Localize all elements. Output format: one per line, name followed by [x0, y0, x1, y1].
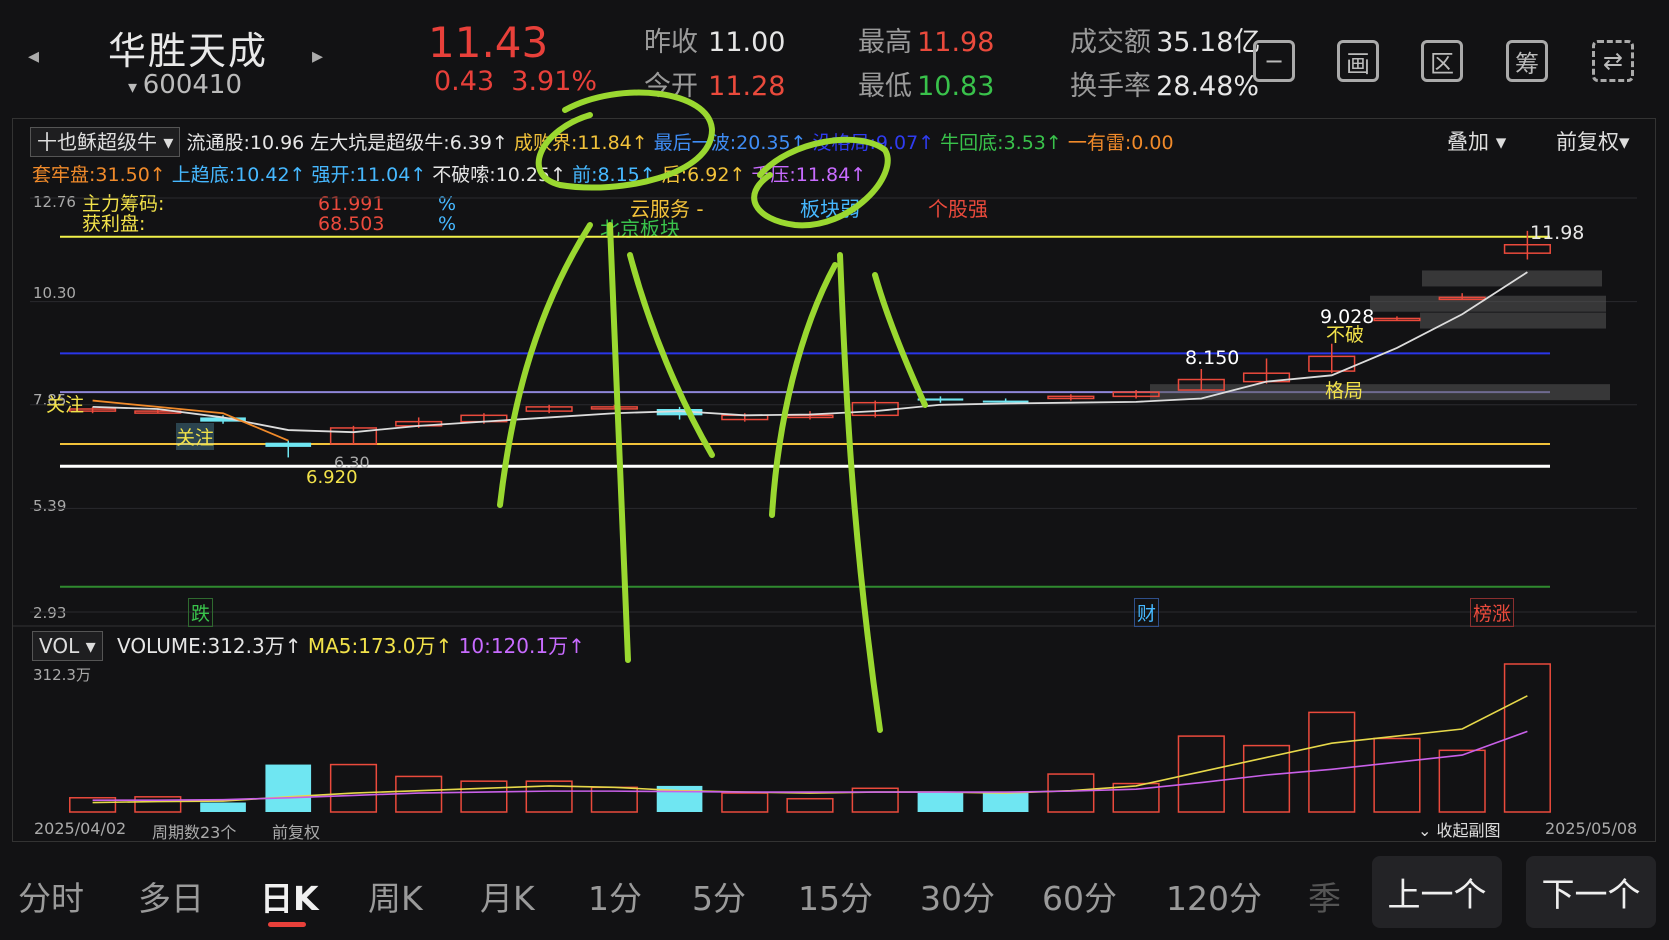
bu-po-label: 不破	[1326, 324, 1365, 346]
tab-30min[interactable]: 30分	[920, 872, 995, 920]
tab-60min[interactable]: 60分	[1042, 872, 1117, 920]
volume-bar	[1373, 737, 1421, 813]
ge-ju-label: 格局	[1325, 380, 1364, 402]
prev-stock-button[interactable]: 上一个	[1372, 856, 1502, 928]
chip-distribution-bar	[1150, 384, 1610, 401]
chevron-down-icon: ▾	[85, 634, 96, 658]
volume-bar	[786, 797, 834, 813]
volume-bar	[134, 796, 182, 813]
volume-bar	[982, 793, 1029, 812]
volume-bar	[917, 792, 964, 812]
volume-bar	[200, 802, 246, 812]
tab-5min[interactable]: 5分	[692, 872, 746, 920]
hand-drawn-annotation	[627, 252, 715, 458]
bang-zhang-tag: 榜涨	[1470, 598, 1515, 627]
kline-chart[interactable]	[0, 0, 1669, 860]
volume-ma10: 10:120.1万↑	[458, 634, 585, 658]
volume-bar	[329, 763, 378, 813]
die-tag: 跌	[188, 598, 214, 627]
collapse-label: 收起副图	[1436, 821, 1501, 840]
hand-drawn-annotation	[872, 272, 928, 408]
hand-drawn-annotation	[535, 89, 716, 191]
next-stock-button[interactable]: 下一个	[1526, 856, 1656, 928]
period-count: 周期数23个	[152, 823, 237, 842]
hand-drawn-annotation	[837, 252, 883, 733]
volume-bar	[1242, 744, 1291, 813]
level-8150-label: 8.150	[1185, 347, 1240, 369]
active-tab-indicator	[268, 922, 306, 927]
tab-1min[interactable]: 1分	[588, 872, 642, 920]
hand-drawn-annotation	[751, 136, 891, 229]
volume-bar	[1308, 711, 1356, 813]
volume-bar	[721, 792, 769, 813]
tab-120min[interactable]: 120分	[1166, 872, 1262, 920]
hand-drawn-annotation	[769, 262, 838, 518]
hand-drawn-annotation	[607, 222, 631, 663]
volume-bar	[1047, 773, 1095, 813]
tab-fenshi[interactable]: 分时	[18, 872, 84, 920]
volume-bar	[1438, 749, 1486, 813]
volume-bar	[265, 764, 312, 812]
volume-bar	[460, 780, 508, 813]
volume-value: VOLUME:312.3万↑	[116, 634, 302, 658]
volume-header: VOL ▾ VOLUME:312.3万↑ MA5:173.0万↑ 10:120.…	[32, 630, 585, 661]
collapse-icon: ⌄	[1418, 821, 1437, 840]
candle-body	[982, 400, 1029, 403]
guanzhu-label-1: 关注	[46, 394, 85, 416]
hand-drawn-annotation	[497, 222, 593, 508]
ma-line	[92, 271, 1528, 434]
volume-bar	[1177, 735, 1225, 813]
guanzhu-label-2: 关注	[176, 423, 215, 450]
low-value-label: 6.30	[334, 453, 370, 472]
cai-tag: 财	[1134, 598, 1160, 627]
candle-body	[265, 442, 312, 447]
chip-distribution-bar	[1422, 270, 1602, 287]
volume-selector-label: VOL	[39, 634, 80, 658]
tab-weekly-k[interactable]: 周K	[368, 872, 423, 920]
chip-distribution-bar	[1420, 312, 1606, 329]
start-date: 2025/04/02	[34, 819, 127, 838]
footer-adjust: 前复权	[272, 823, 321, 842]
tab-15min[interactable]: 15分	[798, 872, 873, 920]
volume-selector[interactable]: VOL ▾	[32, 631, 103, 661]
collapse-subchart-button[interactable]: ⌄ 收起副图	[1418, 817, 1501, 841]
tab-daily-k[interactable]: 日K	[260, 872, 319, 920]
volume-ma5: MA5:173.0万↑	[307, 634, 453, 658]
tab-duori[interactable]: 多日	[138, 872, 204, 920]
high-mark-label: 11.98	[1530, 222, 1585, 244]
tab-monthly-k[interactable]: 月K	[480, 872, 535, 920]
end-date: 2025/05/08	[1545, 819, 1638, 838]
tab-season[interactable]: 季	[1308, 872, 1341, 920]
volume-max-label: 312.3万	[33, 666, 91, 684]
